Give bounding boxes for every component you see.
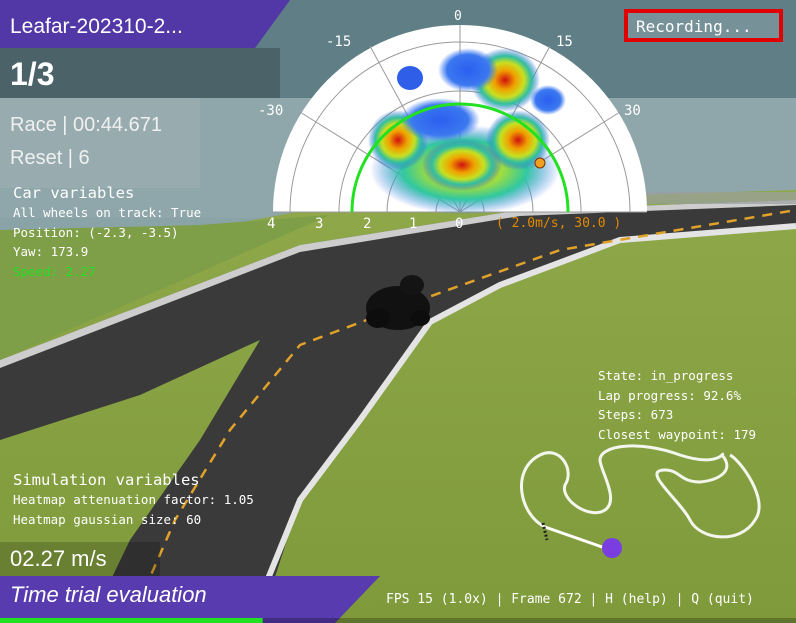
steps-value: Steps: 673 <box>598 407 674 422</box>
heatmap-gaussian-size: Heatmap gaussian size: 60 <box>13 511 202 527</box>
race-timer: Race | 00:44.671 <box>10 114 162 136</box>
angle-label-15: 15 <box>556 34 573 50</box>
angle-label-0: 0 <box>454 9 462 24</box>
state-value: State: in_progress <box>598 368 734 383</box>
car-variables-title: Car variables <box>13 184 135 202</box>
radius-label-1: 1 <box>409 216 418 232</box>
lap-progress-bar <box>0 618 263 623</box>
lap-counter: 1/3 <box>10 56 55 92</box>
car-speed: Speed: 2.27 <box>13 263 96 279</box>
action-label: ( 2.0m/s, 30.0 ) <box>496 216 622 231</box>
recording-indicator: Recording... <box>624 9 783 42</box>
car-variables-panel: Car variables All wheels on track: True … <box>13 183 201 281</box>
radius-label-4: 4 <box>267 216 276 232</box>
angle-label-neg30: -30 <box>258 103 284 119</box>
recording-label: Recording... <box>636 17 752 36</box>
radius-label-0: 0 <box>455 216 464 232</box>
mode-label: Time trial evaluation <box>10 582 207 607</box>
angle-label-30: 30 <box>624 103 641 119</box>
angle-label-neg15: -15 <box>326 34 352 50</box>
model-name: Leafar-202310-2... <box>10 15 183 38</box>
all-wheels-on-track: All wheels on track: True <box>13 205 202 220</box>
state-panel: State: in_progress Lap progress: 92.6% S… <box>598 366 756 444</box>
heatmap-attenuation: Heatmap attenuation factor: 1.05 <box>13 492 254 507</box>
simulation-variables-panel: Simulation variables Heatmap attenuation… <box>13 470 254 529</box>
simulation-scene <box>0 0 796 623</box>
radius-label-2: 2 <box>363 216 372 232</box>
speed-readout: 02.27 m/s <box>10 546 107 571</box>
reset-count: Reset | 6 <box>10 147 90 169</box>
lap-progress-value: Lap progress: 92.6% <box>598 387 741 403</box>
car-yaw: Yaw: 173.9 <box>13 244 89 259</box>
closest-waypoint-value: Closest waypoint: 179 <box>598 426 757 442</box>
status-bar: FPS 15 (1.0x) | Frame 672 | H (help) | Q… <box>386 592 754 607</box>
car-position: Position: (-2.3, -3.5) <box>13 224 179 240</box>
simulation-variables-title: Simulation variables <box>13 471 200 489</box>
radius-label-3: 3 <box>315 216 324 232</box>
